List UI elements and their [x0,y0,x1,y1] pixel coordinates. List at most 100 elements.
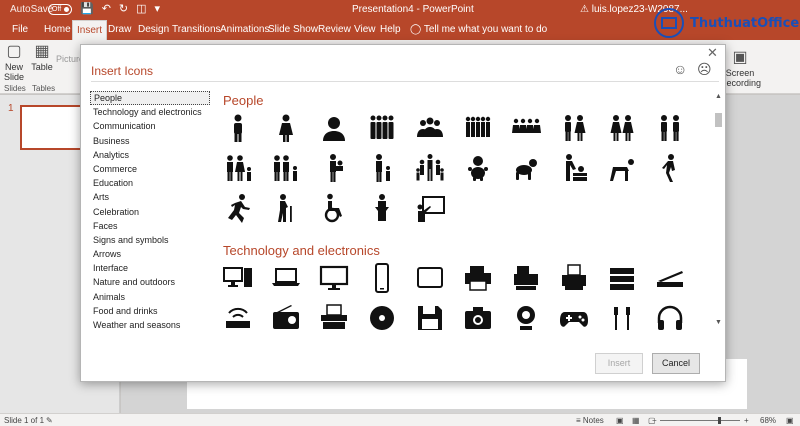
radio-icon[interactable] [271,303,301,333]
category-item[interactable]: Commerce [90,162,210,176]
category-item[interactable]: Signs and symbols [90,233,210,247]
category-item[interactable]: Education [90,176,210,190]
accessibility-icon[interactable]: ✎ [46,416,53,425]
category-item[interactable]: Food and drinks [90,304,210,318]
baby-icon[interactable] [463,153,493,183]
crawling-man-icon[interactable] [607,153,637,183]
router-icon[interactable] [223,303,253,333]
tab-review[interactable]: Review [314,20,355,40]
category-item[interactable]: Arrows [90,247,210,261]
group-meeting-icon[interactable] [415,113,445,143]
elderly-icon[interactable] [271,193,301,223]
tell-me-search[interactable]: ◯ Tell me what you want to do [410,20,547,40]
category-item[interactable]: Celebration [90,205,210,219]
close-icon[interactable]: ✕ [707,45,718,61]
fax-icon[interactable] [511,263,541,293]
group-line-icon[interactable] [511,113,541,143]
scanner-icon[interactable] [655,263,685,293]
scrollbar-thumb[interactable] [715,113,722,127]
smile-feedback-icon[interactable]: ☺ [673,61,687,77]
new-slide-button[interactable]: ▢ New Slide [2,42,26,82]
category-item[interactable]: Technology and electronics [90,105,210,119]
family-icon[interactable] [223,153,253,183]
floppy-disk-icon[interactable] [415,303,445,333]
parent-child-icon[interactable] [367,153,397,183]
speaker-podium-icon[interactable] [367,193,397,223]
woman-icon[interactable] [271,113,301,143]
tab-draw[interactable]: Draw [104,20,135,40]
undo-icon[interactable]: ↶ [102,2,111,15]
webcam-icon[interactable] [511,303,541,333]
monitor-icon[interactable] [319,263,349,293]
diaper-change-icon[interactable] [559,153,589,183]
typewriter-icon[interactable] [319,303,349,333]
zoom-level[interactable]: 68% [760,416,776,425]
family-two-icon[interactable] [271,153,301,183]
running-icon[interactable] [223,193,253,223]
category-item[interactable]: Communication [90,119,210,133]
zoom-slider[interactable] [660,420,740,421]
camera-icon[interactable] [463,303,493,333]
sorter-view-icon[interactable]: ▦ [632,416,640,425]
gamepad-icon[interactable] [559,303,589,333]
laptop-icon[interactable] [271,263,301,293]
men-pair-icon[interactable] [655,113,685,143]
gallery-scrollbar[interactable]: ▲ ▼ [714,93,723,329]
tablet-icon[interactable] [415,263,445,293]
cancel-button[interactable]: Cancel [652,353,700,374]
normal-view-icon[interactable]: ▣ [616,416,624,425]
server-icon[interactable] [607,263,637,293]
fit-slide-icon[interactable]: ▣ [786,416,794,425]
zoom-in-icon[interactable]: + [744,416,749,425]
big-family-icon[interactable] [415,153,445,183]
zoom-out-icon[interactable]: − [652,416,657,425]
autosave-toggle[interactable]: Off [48,4,72,15]
tab-insert[interactable]: Insert [72,20,108,40]
tab-help[interactable]: Help [376,20,405,40]
smartphone-icon[interactable] [367,263,397,293]
scroll-up-icon[interactable]: ▲ [714,93,723,100]
desktop-computer-icon[interactable] [223,263,253,293]
parent-baby-icon[interactable] [319,153,349,183]
present-icon[interactable]: ◫ [136,2,146,15]
earbuds-icon[interactable] [607,303,637,333]
category-item[interactable]: Interface [90,261,210,275]
disc-icon[interactable] [367,303,397,333]
insert-button[interactable]: Insert [595,353,643,374]
user-icon[interactable] [319,113,349,143]
save-icon[interactable]: 💾 [80,2,94,15]
pictures-button[interactable]: Picture [56,54,84,64]
table-button[interactable]: ▦ Table [30,42,54,72]
category-item[interactable]: Weather and seasons [90,318,210,332]
zoom-slider-thumb[interactable] [718,417,721,424]
crawling-baby-icon[interactable] [511,153,541,183]
headphones-icon[interactable] [655,303,685,333]
category-item[interactable]: Nature and outdoors [90,275,210,289]
scroll-down-icon[interactable]: ▼ [714,319,723,326]
redo-icon[interactable]: ↻ [119,2,128,15]
man-icon[interactable] [223,113,253,143]
category-item[interactable]: People [90,91,210,106]
presenter-board-icon[interactable] [415,193,445,223]
tab-file[interactable]: File [8,20,32,40]
notes-button[interactable]: ≡ Notes [576,416,604,425]
category-item[interactable]: Arts [90,190,210,204]
category-item[interactable]: Faces [90,219,210,233]
slide-thumbnail[interactable] [20,105,82,150]
group-six-icon[interactable] [463,113,493,143]
customize-qat-icon[interactable]: ▾ [155,2,161,15]
receipt-printer-icon[interactable] [559,263,589,293]
wheelchair-icon[interactable] [319,193,349,223]
category-item[interactable]: Business [90,134,210,148]
printer-icon[interactable] [463,263,493,293]
group-four-icon[interactable] [367,113,397,143]
category-item[interactable]: Analytics [90,148,210,162]
tab-home[interactable]: Home [40,20,75,40]
screen-recording-button[interactable]: ▣ Screen Recording [720,48,761,88]
category-item[interactable]: Animals [90,290,210,304]
frown-feedback-icon[interactable]: ☹ [697,61,712,78]
women-pair-icon[interactable] [607,113,637,143]
walking-icon[interactable] [655,153,685,183]
insert-icons-dialog: Insert Icons ✕ ☺ ☹ People Technology and … [80,44,726,382]
man-woman-icon[interactable] [559,113,589,143]
